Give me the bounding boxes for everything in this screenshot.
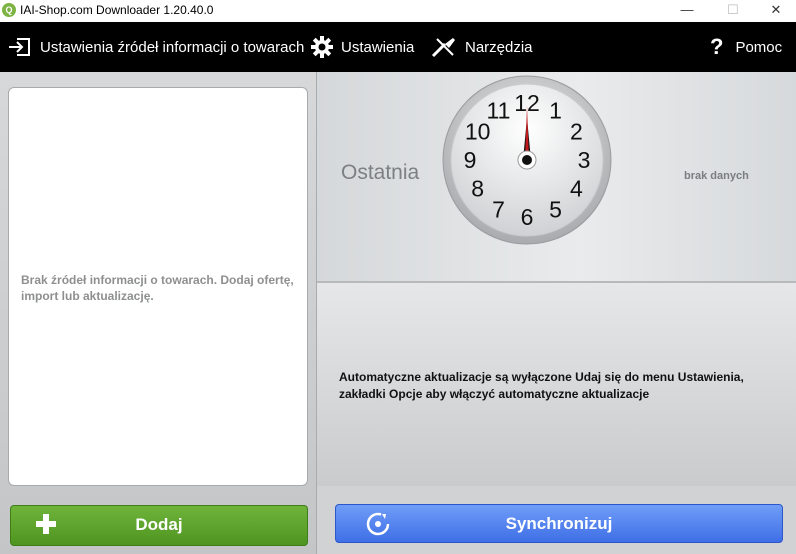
gear-icon — [311, 36, 333, 58]
last-sync-value: brak danych — [684, 170, 749, 182]
menu-bar: Ustawienia źródeł informacji o towarach … — [0, 22, 796, 72]
auto-update-panel: Automatyczne aktualizacje są wyłączone U… — [317, 283, 796, 486]
sync-panel: Synchronizuj — [317, 486, 796, 554]
add-button-label: Dodaj — [135, 515, 183, 534]
clock-number: 4 — [570, 176, 583, 202]
menu-settings[interactable]: Ustawienia — [311, 22, 414, 72]
menu-tools[interactable]: Narzędzia — [431, 22, 533, 72]
sources-panel: Brak źródeł informacji o towarach. Dodaj… — [0, 72, 317, 554]
help-icon: ? — [710, 34, 724, 59]
auto-update-message: Automatyczne aktualizacje są wyłączone U… — [339, 370, 744, 401]
menu-settings-label: Ustawienia — [341, 38, 415, 56]
sources-list[interactable]: Brak źródeł informacji o towarach. Dodaj… — [8, 87, 308, 486]
last-sync-label: Ostatnia — [341, 161, 420, 184]
clock-number: 6 — [521, 204, 534, 230]
clock-number: 3 — [578, 147, 591, 173]
clock-number: 7 — [492, 196, 505, 222]
empty-sources-message: Brak źródeł informacji o towarach. Dodaj… — [21, 273, 294, 303]
menu-sources-label: Ustawienia źródeł informacji o towarach — [40, 38, 305, 56]
last-sync-panel: Ostatnia 12 1 2 3 4 5 6 7 8 9 10 11 brak danych — [317, 72, 796, 283]
synchronize-button-label: Synchronizuj — [505, 514, 613, 533]
clock-face: 12 1234567891011 — [442, 75, 612, 245]
clock-number: 8 — [471, 176, 484, 202]
menu-help-label: Pomoc — [735, 38, 783, 56]
clock-number: 5 — [549, 196, 562, 222]
window-title: IAI-Shop.com Downloader 1.20.40.0 — [20, 3, 214, 17]
clock-number: 1 — [549, 98, 562, 124]
minimize-button[interactable]: — — [664, 0, 710, 22]
menu-help[interactable]: ? Pomoc — [710, 22, 782, 72]
clock-number: 11 — [487, 98, 511, 124]
menu-tools-label: Narzędzia — [465, 38, 533, 56]
app-logo-icon: Q — [2, 3, 16, 17]
clock-center-pin — [522, 155, 532, 165]
tools-icon — [431, 38, 455, 58]
sign-in-icon — [9, 38, 30, 56]
title-bar: Q IAI-Shop.com Downloader 1.20.40.0 — ☐ … — [0, 0, 796, 22]
add-button[interactable]: Dodaj — [10, 505, 308, 546]
synchronize-button[interactable]: Synchronizuj — [335, 504, 783, 543]
close-button[interactable]: ✕ — [756, 0, 796, 22]
clock-number: 2 — [570, 119, 583, 145]
maximize-button[interactable]: ☐ — [710, 0, 756, 22]
menu-sources[interactable]: Ustawienia źródeł informacji o towarach — [8, 22, 304, 72]
clock-number: 9 — [464, 147, 477, 173]
